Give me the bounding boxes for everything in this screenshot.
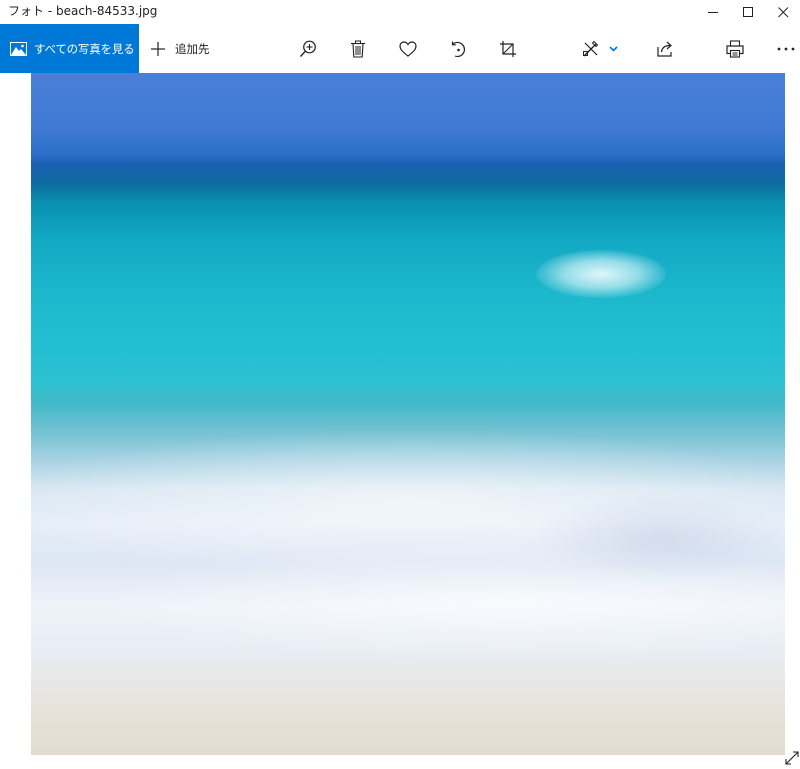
favorite-button[interactable]	[388, 24, 428, 73]
more-icon	[777, 47, 795, 51]
add-to-button[interactable]: 追加先	[150, 24, 210, 73]
heart-icon	[399, 40, 417, 57]
printer-icon	[726, 39, 744, 58]
rotate-icon	[449, 40, 467, 58]
window-title: フォト - beach-84533.jpg	[8, 4, 158, 18]
zoom-in-icon	[299, 40, 317, 58]
edit-create-icon	[582, 40, 618, 58]
title-bar[interactable]: フォト - beach-84533.jpg	[0, 0, 800, 24]
trash-icon	[350, 40, 366, 58]
water-highlight	[536, 250, 666, 298]
share-button[interactable]	[646, 24, 686, 73]
expand-button[interactable]	[783, 751, 800, 768]
rotate-button[interactable]	[438, 24, 478, 73]
zoom-in-button[interactable]	[288, 24, 328, 73]
close-button[interactable]	[760, 0, 800, 24]
see-all-photos-button[interactable]: すべての写真を見る	[0, 24, 139, 73]
command-bar: すべての写真を見る 追加先	[0, 24, 800, 73]
expand-icon	[784, 750, 799, 769]
photos-app-window: フォト - beach-84533.jpg すべての写真を見る 追加先	[0, 0, 800, 769]
add-to-label: 追加先	[175, 41, 210, 56]
maximize-icon	[742, 6, 754, 18]
edit-create-button[interactable]	[576, 24, 624, 73]
plus-icon	[150, 41, 166, 57]
crop-icon	[499, 40, 517, 58]
close-icon	[777, 6, 789, 18]
crop-button[interactable]	[488, 24, 528, 73]
see-all-photos-label: すべての写真を見る	[34, 41, 135, 56]
more-button[interactable]	[772, 24, 800, 73]
share-icon	[657, 41, 675, 57]
wave-foam-lower	[91, 543, 785, 663]
image-icon	[10, 41, 27, 56]
print-button[interactable]	[715, 24, 755, 73]
minimize-icon	[707, 7, 719, 18]
photo-viewer-image[interactable]	[31, 73, 785, 755]
delete-button[interactable]	[338, 24, 378, 73]
